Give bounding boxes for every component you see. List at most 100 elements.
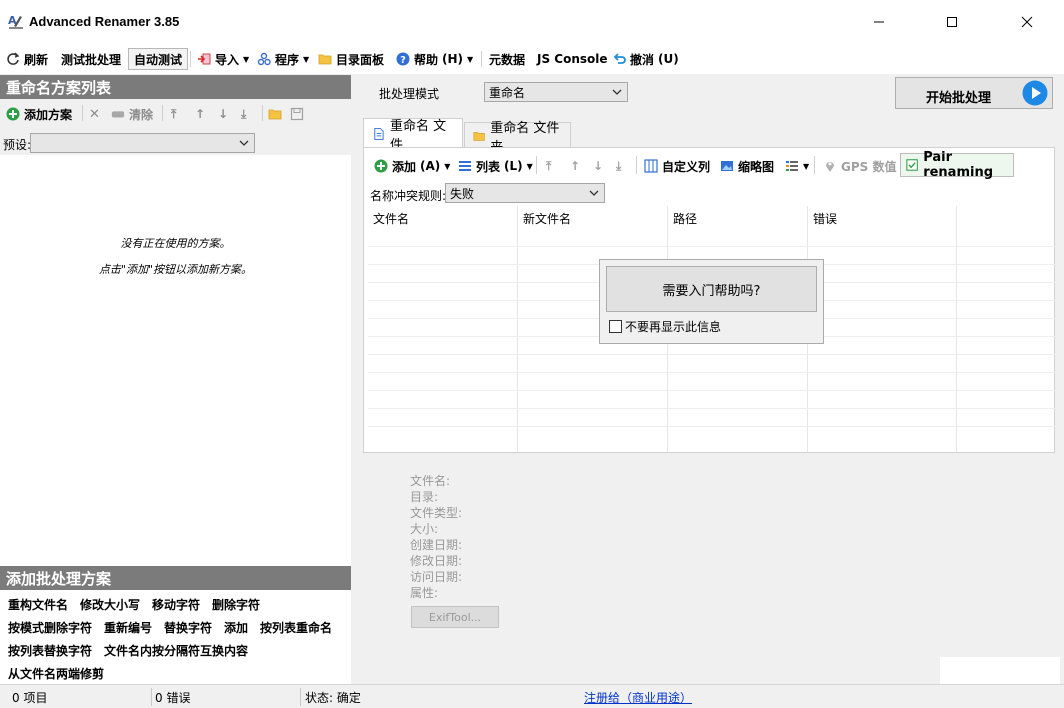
status-bar: 0 项目 0 错误 状态: 确定 注册给（商业用途）	[0, 684, 1064, 708]
grid-column-line	[956, 206, 957, 452]
empty-message-line2: 点击"添加"按钮以添加新方案。	[98, 263, 253, 276]
batch-mode-label: 批处理模式	[379, 87, 440, 101]
file-move-up-button[interactable]: ↑	[570, 156, 580, 176]
program-label: 程序	[275, 52, 300, 67]
preset-label: 预设:	[3, 138, 32, 152]
add-icon	[374, 159, 388, 173]
js-console-button[interactable]: JS Console	[537, 48, 608, 70]
start-batch-label: 开始批处理	[926, 91, 992, 106]
test-batch-label: 测试批处理	[61, 52, 122, 67]
js-console-label: JS Console	[537, 52, 608, 66]
file-move-down-button[interactable]: ↓	[593, 156, 603, 176]
columns-icon	[644, 159, 658, 173]
app-logo-icon: A	[8, 14, 23, 29]
move-down-button[interactable]: ↓	[218, 105, 228, 123]
method-link[interactable]: 替换字符	[164, 619, 212, 636]
view-options-menu[interactable]: ▼	[785, 156, 809, 176]
move-bottom-button[interactable]: ⤓	[241, 105, 246, 123]
method-link[interactable]: 修改大小写	[80, 596, 140, 613]
close-icon	[1021, 16, 1033, 28]
preset-select[interactable]	[30, 133, 255, 153]
arrow-up-icon: ↑	[570, 159, 581, 173]
register-link[interactable]: 注册给（商业用途）	[584, 689, 692, 706]
file-move-top-button[interactable]: ⤒	[546, 156, 551, 176]
method-link[interactable]: 按列表重命名	[260, 619, 332, 636]
maximize-button[interactable]	[929, 0, 975, 44]
undo-button[interactable]: 撤消 (U)	[612, 48, 679, 70]
dont-show-again-option[interactable]: 不要再显示此信息	[609, 318, 721, 335]
move-top-button[interactable]: ⤒	[171, 105, 176, 123]
column-header-new-name[interactable]: 新文件名	[523, 210, 571, 227]
column-header-error[interactable]: 错误	[813, 210, 837, 227]
folder-icon	[318, 54, 332, 65]
refresh-button[interactable]: 刷新	[6, 48, 48, 70]
remove-method-button[interactable]: ✕	[89, 105, 100, 123]
checkbox-checked-icon	[906, 159, 918, 171]
method-link[interactable]: 重构文件名	[8, 596, 68, 613]
exiftool-button[interactable]: ExifTool...	[411, 606, 499, 628]
getting-started-button[interactable]: 需要入门帮助吗?	[606, 266, 817, 312]
open-preset-button[interactable]	[268, 105, 282, 123]
svg-text:?: ?	[400, 55, 406, 66]
move-bottom-icon: ⤓	[616, 158, 622, 173]
status-divider	[151, 688, 152, 706]
add-icon	[6, 107, 20, 121]
chevron-down-icon	[612, 89, 622, 95]
list-shortcut: (L)	[504, 159, 523, 173]
batch-mode-select[interactable]: 重命名	[484, 82, 628, 102]
list-icon	[459, 161, 471, 171]
tab-rename-folders[interactable]: 重命名 文件夹	[464, 121, 571, 155]
auto-test-label: 自动测试	[134, 52, 183, 67]
save-preset-button[interactable]	[290, 105, 304, 123]
list-menu[interactable]: 列表 (L) ▼	[458, 156, 533, 176]
column-header-path[interactable]: 路径	[673, 210, 697, 227]
file-move-bottom-button[interactable]: ⤓	[616, 156, 621, 176]
auto-test-toggle[interactable]: 自动测试	[128, 48, 189, 70]
tab-rename-files[interactable]: 重命名 文件	[363, 118, 463, 153]
move-up-button[interactable]: ↑	[195, 105, 205, 123]
thumbnails-button[interactable]: 缩略图	[720, 156, 774, 176]
method-link[interactable]: 从文件名两端修剪	[8, 665, 104, 682]
start-batch-button[interactable]: 开始批处理	[895, 77, 1053, 109]
clear-button[interactable]: 清除	[111, 105, 153, 123]
method-link[interactable]: 移动字符	[152, 596, 200, 613]
method-link[interactable]: 添加	[224, 619, 248, 636]
folder-icon	[268, 109, 282, 120]
add-method-button[interactable]: 添加方案	[6, 105, 72, 123]
custom-columns-button[interactable]: 自定义列	[644, 156, 710, 176]
method-list[interactable]: 没有正在使用的方案。 点击"添加"按钮以添加新方案。	[0, 155, 351, 566]
minimize-button[interactable]	[856, 0, 902, 44]
method-link[interactable]: 重新编号	[104, 619, 152, 636]
gps-values-button[interactable]: GPS 数值	[823, 156, 896, 176]
location-pin-icon	[826, 162, 834, 172]
dir-panel-button[interactable]: 目录面板	[318, 48, 384, 70]
program-menu[interactable]: 程序 ▼	[257, 48, 309, 70]
metadata-button[interactable]: 元数据	[489, 48, 525, 70]
help-label: 帮助	[414, 52, 439, 67]
method-link[interactable]: 按列表替换字符	[8, 642, 92, 659]
gps-label: GPS 数值	[841, 159, 897, 174]
help-menu[interactable]: ? 帮助 (H) ▼	[396, 48, 473, 70]
move-top-icon: ⤒	[546, 158, 552, 173]
dont-show-again-checkbox[interactable]	[609, 320, 622, 333]
help-shortcut: (H)	[442, 52, 464, 66]
undo-icon	[613, 53, 626, 64]
method-link[interactable]: 删除字符	[212, 596, 260, 613]
test-batch-button[interactable]: 测试批处理	[61, 48, 121, 70]
chevron-down-icon	[239, 140, 249, 146]
method-link[interactable]: 文件名内按分隔符互换内容	[104, 642, 248, 659]
preset-row: 预设:	[0, 131, 351, 155]
add-files-menu[interactable]: 添加 (A) ▼	[374, 156, 450, 176]
clear-label: 清除	[129, 107, 154, 122]
conflict-rule-select[interactable]: 失败	[445, 183, 605, 203]
file-info-panel: 文件名: 目录: 文件类型: 大小: 创建日期: 修改日期: 访问日期: 属性:	[410, 472, 462, 600]
pair-renaming-toggle[interactable]: Pair renaming	[900, 150, 1014, 180]
method-link[interactable]: 按模式删除字符	[8, 619, 92, 636]
info-label-modified: 修改日期:	[410, 554, 463, 568]
add-methods-header: 添加批处理方案	[0, 566, 351, 590]
import-menu[interactable]: 导入 ▼	[197, 48, 249, 70]
close-button[interactable]	[1004, 0, 1050, 44]
pair-renaming-label: Pair renaming	[923, 150, 994, 180]
column-header-filename[interactable]: 文件名	[373, 210, 409, 227]
maximize-icon	[947, 17, 957, 27]
